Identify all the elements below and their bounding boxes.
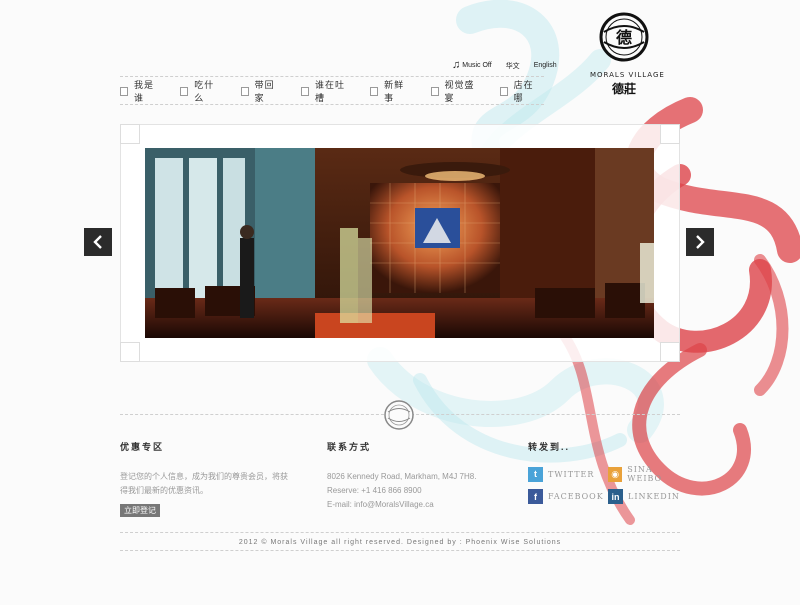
- share-links: t TWITTER ◉ SINA WEIBO f FACEBOOK in LIN…: [528, 465, 688, 504]
- footer-bottom-rule: [120, 550, 680, 551]
- weibo-icon: ◉: [608, 466, 623, 482]
- slider-prev-button[interactable]: [84, 228, 112, 256]
- nav-label: 谁在吐槽: [315, 80, 346, 103]
- share-facebook-link[interactable]: f FACEBOOK: [528, 489, 608, 504]
- nav-item-gallery[interactable]: 视觉盛宴: [430, 78, 479, 104]
- seal-char: 德: [616, 28, 632, 47]
- nav-item-news[interactable]: 新鲜事: [370, 78, 409, 104]
- register-button[interactable]: 立即登记: [120, 504, 160, 517]
- nav-label: 新鲜事: [384, 80, 405, 103]
- share-title: 转发到..: [528, 442, 571, 452]
- promo-text: 登记您的个人信息，成为我们的尊贵会员，将获得我们最新的优惠资讯。: [120, 472, 288, 495]
- promo-title: 优惠专区: [120, 442, 165, 452]
- nav-label: 视觉盛宴: [444, 80, 475, 103]
- share-label: LINKEDIN: [628, 492, 680, 501]
- share-section: 转发到.. t TWITTER ◉ SINA WEIBO f FACEBOOK …: [528, 440, 688, 504]
- music-toggle[interactable]: ♫ Music Off: [452, 60, 492, 71]
- restaurant-interior-photo: [145, 148, 654, 338]
- lang-cn-link[interactable]: 华文: [506, 61, 520, 71]
- nav-bullet-icon: [301, 86, 310, 96]
- contact-email[interactable]: E-mail: info@MoralsVillage.ca: [327, 498, 507, 512]
- brand-name-en: MORALS VILLAGE: [590, 71, 665, 79]
- nav-item-reviews[interactable]: 谁在吐槽: [301, 78, 349, 104]
- nav-bullet-icon: [120, 86, 128, 96]
- nav-item-menu[interactable]: 吃什么: [180, 78, 219, 104]
- nav-item-who[interactable]: 我是谁: [120, 78, 159, 104]
- share-label: SINA WEIBO: [627, 465, 663, 483]
- nav-bullet-icon: [430, 86, 439, 96]
- brand-seal-icon: 德: [599, 12, 649, 62]
- nav-bottom-rule: [120, 104, 544, 105]
- share-weibo-link[interactable]: ◉ SINA WEIBO: [608, 465, 688, 483]
- divider-seal-icon: [384, 400, 414, 430]
- slider-corner: [120, 342, 140, 362]
- nav-item-location[interactable]: 店在哪: [499, 78, 539, 104]
- lang-en-link[interactable]: English: [534, 62, 557, 69]
- slider-corner: [120, 124, 140, 144]
- main-nav: 我是谁 吃什么 带回家 谁在吐槽 新鲜事 视觉盛宴 店在哪: [120, 78, 560, 104]
- chevron-right-icon: [696, 235, 705, 249]
- nav-label: 店在哪: [513, 80, 534, 103]
- twitter-icon: t: [528, 466, 543, 482]
- slider-corner: [660, 342, 680, 362]
- contact-phone: Reserve: +1 416 866 8900: [327, 486, 422, 495]
- contact-address: 8026 Kennedy Road, Markham, M4J 7H8.: [327, 472, 477, 481]
- chevron-left-icon: [93, 235, 102, 249]
- brand-name-cn: 德莊: [611, 82, 636, 96]
- promo-section: 优惠专区 登记您的个人信息，成为我们的尊贵会员，将获得我们最新的优惠资讯。 立即…: [120, 440, 290, 518]
- share-label: TWITTER: [548, 469, 595, 479]
- nav-bullet-icon: [240, 86, 249, 96]
- slider-next-button[interactable]: [686, 228, 714, 256]
- brand-logo[interactable]: 德 MORALS VILLAGE 德莊: [590, 12, 665, 97]
- share-twitter-link[interactable]: t TWITTER: [528, 465, 608, 483]
- share-label: FACEBOOK: [548, 492, 604, 501]
- nav-label: 带回家: [254, 80, 275, 103]
- footer-top-rule: [120, 532, 680, 533]
- nav-label: 吃什么: [194, 80, 215, 103]
- nav-bullet-icon: [499, 86, 508, 96]
- music-note-icon: ♫: [452, 59, 461, 71]
- facebook-icon: f: [528, 489, 543, 504]
- linkedin-icon: in: [608, 489, 623, 504]
- slide-image: [145, 148, 654, 338]
- contact-section: 联系方式 8026 Kennedy Road, Markham, M4J 7H8…: [327, 440, 507, 512]
- music-label: Music Off: [462, 62, 492, 69]
- nav-label: 我是谁: [133, 80, 154, 103]
- slider-corner: [660, 124, 680, 144]
- nav-bullet-icon: [180, 86, 189, 96]
- copyright-text: 2012 © Morals Village all right reserved…: [238, 539, 562, 546]
- contact-title: 联系方式: [327, 442, 372, 452]
- nav-item-takeout[interactable]: 带回家: [240, 78, 280, 104]
- top-utility-bar: ♫ Music Off 华文 English: [452, 60, 557, 71]
- nav-bullet-icon: [370, 86, 379, 96]
- share-linkedin-link[interactable]: in LINKEDIN: [608, 489, 688, 504]
- nav-top-rule: [120, 76, 544, 77]
